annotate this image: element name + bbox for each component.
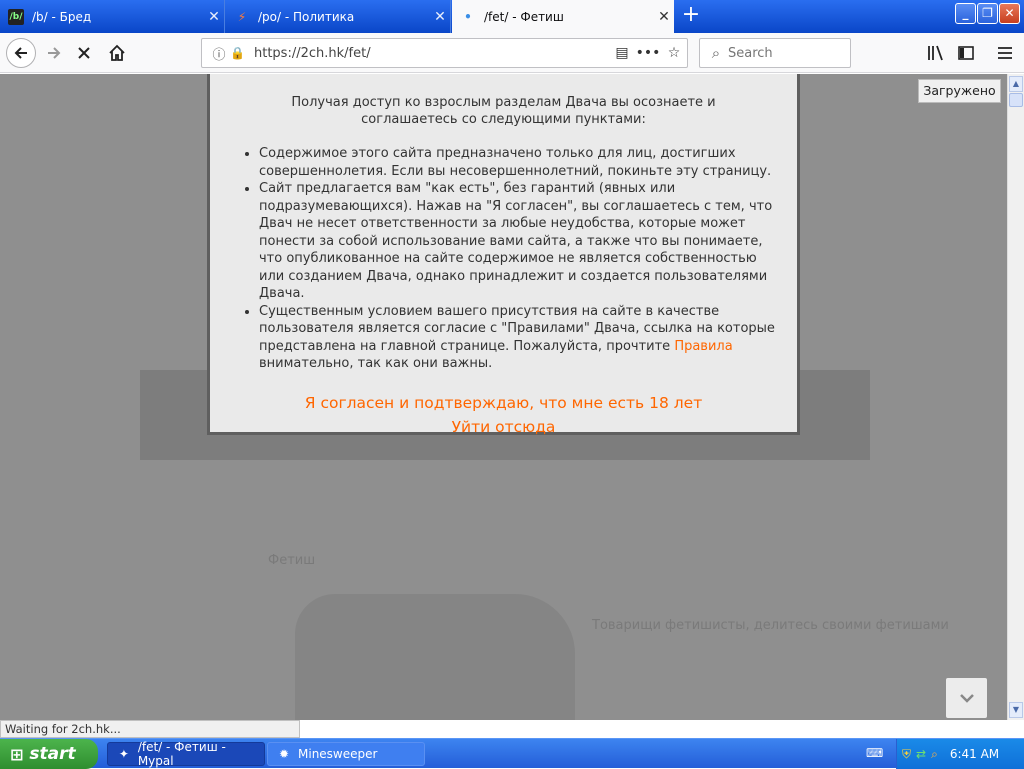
menu-button[interactable]: [991, 39, 1019, 67]
terms-item: Содержимое этого сайта предназначено тол…: [259, 145, 779, 180]
search-icon: ⌕: [711, 44, 721, 62]
age-verification-modal: Получая доступ ко взрослым разделам Двач…: [207, 74, 800, 436]
windows-logo-icon: ⊞: [10, 744, 24, 764]
tab-b[interactable]: /b/ /b/ - Бред ✕: [0, 0, 225, 33]
network-icon[interactable]: ⇄: [916, 747, 926, 761]
taskbar: ⊞ start ✦ /fet/ - Фетиш - Mypal ✹ Minesw…: [0, 738, 1024, 769]
sidebar-button[interactable]: [952, 39, 980, 67]
page-actions-icon[interactable]: •••: [635, 45, 661, 61]
loaded-tooltip: Загружено: [918, 79, 1001, 103]
tab-bar: /b/ /b/ - Бред ✕ ⚡ /po/ - Политика ✕ • /…: [0, 0, 1024, 33]
reader-view-icon[interactable]: ▤: [609, 45, 635, 61]
stop-button[interactable]: [70, 39, 98, 67]
scroll-down-arrow-icon[interactable]: ▼: [1009, 702, 1023, 718]
system-tray: ⛨ ⇄ ⌕ 6:41 AM: [896, 739, 1024, 769]
taskbar-item-minesweeper[interactable]: ✹ Minesweeper: [267, 742, 425, 766]
tab-b-favicon: /b/: [8, 8, 24, 25]
home-icon: [109, 44, 125, 61]
security-shield-icon[interactable]: ⛨: [902, 747, 911, 762]
terms-item: Существенным условием вашего присутствия…: [259, 303, 779, 373]
modal-intro: Получая доступ ко взрослым разделам Двач…: [291, 95, 716, 127]
taskbar-item-label: /fet/ - Фетиш - Mypal: [137, 740, 226, 768]
tab-title: /po/ - Политика: [258, 9, 355, 24]
close-tab-icon[interactable]: ✕: [430, 9, 450, 25]
back-arrow-icon: [14, 47, 27, 59]
terms-item: Сайт предлагается вам "как есть", без га…: [259, 180, 779, 303]
navigation-toolbar: ⓘ 🔒 https://2ch.hk/fet/ ▤ ••• ☆ ⌕: [0, 33, 1024, 73]
tab-title: /fet/ - Фетиш: [484, 9, 564, 24]
background-section-title: Фетиш: [268, 553, 316, 568]
restore-button[interactable]: ❐: [977, 3, 998, 24]
close-window-button[interactable]: ✕: [999, 3, 1020, 24]
modal-actions: Я согласен и подтверждаю, что мне есть 1…: [210, 391, 797, 439]
info-icon[interactable]: ⓘ: [210, 44, 228, 63]
status-bar: Waiting for 2ch.hk...: [0, 720, 300, 738]
terms-list: Содержимое этого сайта предназначено тол…: [259, 145, 779, 373]
search-tray-icon[interactable]: ⌕: [931, 747, 938, 762]
minesweeper-icon: ✹: [278, 747, 290, 761]
scroll-down-button[interactable]: [946, 678, 987, 718]
background-image: [295, 594, 575, 720]
tab-fet[interactable]: • /fet/ - Фетиш ✕: [452, 0, 674, 33]
insecure-lock-icon[interactable]: 🔒: [230, 46, 246, 60]
forward-button[interactable]: [40, 39, 68, 67]
search-box[interactable]: ⌕: [699, 38, 851, 68]
terms-item-text: внимательно, так как они важны.: [259, 356, 493, 371]
taskbar-item-browser[interactable]: ✦ /fet/ - Фетиш - Mypal: [107, 740, 265, 768]
start-button[interactable]: ⊞ start: [0, 739, 98, 769]
scroll-thumb[interactable]: [1009, 93, 1023, 107]
hamburger-menu-icon: [998, 47, 1012, 59]
chevron-down-icon: [959, 694, 974, 703]
url-text[interactable]: https://2ch.hk/fet/: [254, 46, 609, 61]
library-icon: [928, 45, 943, 61]
start-label: start: [29, 744, 76, 764]
new-tab-button[interactable]: +: [680, 4, 702, 28]
search-input[interactable]: [728, 45, 838, 61]
minimize-button[interactable]: _: [955, 3, 976, 24]
bookmark-star-icon[interactable]: ☆: [661, 45, 687, 61]
agree-link[interactable]: Я согласен и подтверждаю, что мне есть 1…: [305, 394, 702, 412]
keyboard-icon[interactable]: ⌨: [866, 746, 883, 760]
scroll-up-arrow-icon[interactable]: ▲: [1009, 76, 1023, 92]
forward-arrow-icon: [48, 47, 61, 59]
sidebar-icon: [958, 46, 974, 60]
page-content: Фетиш Товарищи фетишисты, делитесь своим…: [0, 74, 1007, 720]
clock[interactable]: 6:41 AM: [950, 747, 999, 761]
browser-icon: ✦: [118, 747, 129, 761]
loading-dot-icon: •: [464, 9, 472, 24]
tab-title: /b/ - Бред: [32, 9, 92, 24]
close-tab-icon[interactable]: ✕: [654, 9, 674, 25]
leave-link[interactable]: Уйти отсюда: [452, 418, 556, 436]
library-button[interactable]: [922, 39, 950, 67]
stop-x-icon: [78, 47, 90, 59]
tab-po-favicon: ⚡: [237, 9, 247, 24]
close-tab-icon[interactable]: ✕: [204, 9, 224, 25]
taskbar-item-label: Minesweeper: [298, 747, 378, 761]
rules-link[interactable]: Правила: [674, 339, 732, 354]
tab-po[interactable]: ⚡ /po/ - Политика ✕: [226, 0, 451, 33]
back-button[interactable]: [6, 38, 36, 68]
home-button[interactable]: [103, 39, 131, 67]
vertical-scrollbar[interactable]: ▲ ▼: [1007, 74, 1024, 720]
address-bar[interactable]: ⓘ 🔒 https://2ch.hk/fet/ ▤ ••• ☆: [201, 38, 688, 68]
background-thread-title: Товарищи фетишисты, делитесь своими фети…: [592, 618, 949, 633]
